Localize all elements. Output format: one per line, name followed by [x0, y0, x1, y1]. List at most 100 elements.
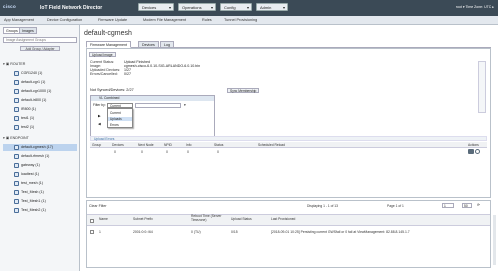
- side-scroll-strip[interactable]: [478, 61, 486, 113]
- chevron-down-icon: ▾: [246, 5, 249, 10]
- subnav-rules[interactable]: Rules: [202, 18, 212, 22]
- top-bar: cisco IoT Field Network Director Devices…: [0, 0, 498, 16]
- cisco-logo: cisco: [3, 4, 17, 9]
- subnav-modem-file-management[interactable]: Modem File Management: [143, 18, 186, 22]
- firmware-panel: Upload Image Current Status: Upload Finis…: [86, 48, 491, 198]
- devices-grid-panel: Clear Filter Displaying 1 - 1 of 13 Page…: [86, 200, 491, 268]
- select-all-checkbox[interactable]: [90, 219, 94, 223]
- grid-cell: 0: [187, 150, 189, 154]
- filter-dropdown: Current Uploads Errors: [107, 108, 133, 128]
- subnav-firmware-update[interactable]: Firmware Update: [98, 18, 127, 22]
- group-icon: [14, 124, 19, 130]
- sidebar-item-router[interactable]: default-cgr1 (1): [14, 79, 76, 86]
- add-group-button[interactable]: Add Group / Adapter: [20, 46, 60, 51]
- sidebar-item-endpoint[interactable]: Test_Mesh1 (1): [14, 198, 76, 205]
- upload-image-button[interactable]: Upload Image: [89, 52, 116, 57]
- sidebar-item-endpoint[interactable]: loadtest (1): [14, 171, 76, 178]
- main-tabs: Firmware Management Devices Log: [86, 41, 491, 48]
- column-header[interactable]: NPID: [164, 143, 172, 147]
- column-header[interactable]: Status: [214, 143, 223, 147]
- column-header[interactable]: Upload Status: [231, 217, 252, 222]
- sidebar-item-router[interactable]: test2 (1): [14, 124, 76, 131]
- sync-membership-button[interactable]: Sync Membership: [227, 88, 260, 93]
- vl-combined-header: VL Combined: [91, 96, 214, 101]
- subnav-tunnel-provisioning[interactable]: Tunnel Provisioning: [224, 18, 257, 22]
- group-icon: [14, 189, 19, 195]
- sidebar-item-router[interactable]: IR800 (1): [14, 106, 76, 113]
- filter-option[interactable]: Current: [110, 111, 121, 115]
- group-icon: [14, 79, 19, 85]
- cancel-icon[interactable]: [475, 149, 480, 154]
- tab-firmware-management[interactable]: Firmware Management: [86, 41, 131, 48]
- refresh-icon[interactable]: ⟳: [477, 203, 480, 207]
- arrow-left-icon[interactable]: ◀: [98, 122, 101, 126]
- install-icon[interactable]: [468, 149, 474, 154]
- tab-log[interactable]: Log: [160, 41, 174, 48]
- page-title: default-cgmesh: [84, 30, 132, 37]
- sidebar-item-endpoint[interactable]: Test_Mesh (1): [14, 189, 76, 196]
- sidebar-item-endpoint[interactable]: test_mesh (1): [14, 180, 76, 187]
- sidebar: Groups Images Image Assignment Groups Ad…: [0, 25, 80, 271]
- section-router[interactable]: ▾ ▣ ROUTER: [3, 62, 25, 66]
- group-icon: [14, 207, 19, 213]
- vertical-scrollbar[interactable]: [493, 215, 496, 265]
- page-size-select[interactable]: 50: [462, 203, 472, 208]
- sidebar-item-router[interactable]: CGR1240 (1): [14, 70, 76, 77]
- column-header[interactable]: Actions: [468, 143, 479, 147]
- filter-option[interactable]: Errors: [110, 123, 119, 127]
- section-endpoint[interactable]: ▾ ▣ ENDPOINT: [3, 136, 29, 140]
- chevron-down-icon: ▾: [210, 5, 213, 10]
- group-icon: [14, 106, 19, 112]
- column-header[interactable]: Scheduled Reload: [258, 143, 285, 147]
- sidebar-item-router[interactable]: default-cgr1000 (1): [14, 88, 76, 95]
- subnav-app-management[interactable]: App Management: [4, 18, 34, 22]
- group-icon: [14, 97, 19, 103]
- menu-operations[interactable]: Operations ▾: [178, 3, 216, 11]
- column-header[interactable]: Next Node: [138, 143, 154, 147]
- column-header[interactable]: Group: [92, 143, 101, 147]
- arrow-right-icon[interactable]: ▶: [98, 114, 101, 118]
- column-header[interactable]: Devices: [112, 143, 124, 147]
- column-header[interactable]: Last Provisioned: [271, 217, 295, 222]
- group-icon: [14, 171, 19, 177]
- page-number-input[interactable]: 1: [442, 203, 454, 208]
- tab-images[interactable]: Images: [19, 27, 37, 34]
- menu-config[interactable]: Config ▾: [220, 3, 252, 11]
- group-grid-header: Group Devices Next Node NPID Info Status…: [90, 142, 487, 148]
- group-icon: [14, 70, 19, 76]
- row-checkbox[interactable]: [90, 230, 94, 234]
- sidebar-item-endpoint[interactable]: gateway (1): [14, 162, 76, 169]
- group-icon: [14, 115, 19, 121]
- column-header[interactable]: Info: [186, 143, 192, 147]
- upload-errors-bar[interactable]: Upload Errors: [90, 136, 487, 141]
- sidebar-item-endpoint[interactable]: default-cgmesh (17): [3, 144, 77, 151]
- sidebar-item-router[interactable]: test1 (1): [14, 115, 76, 122]
- sidebar-item-router[interactable]: default-ir800 (1): [14, 97, 76, 104]
- filter-input[interactable]: [135, 103, 181, 108]
- group-icon: [14, 162, 19, 168]
- filter-option[interactable]: Uploads: [108, 117, 132, 121]
- group-search-input[interactable]: Image Assignment Groups: [3, 37, 77, 43]
- table-cell: [2018-09-01 10:25] Persisting current GW…: [271, 230, 410, 234]
- column-header[interactable]: Subnet Prefix: [133, 217, 153, 222]
- sidebar-item-endpoint[interactable]: default-rfmesh (1): [14, 153, 76, 160]
- menu-admin[interactable]: Admin ▾: [256, 3, 288, 11]
- grid-cell: 0: [166, 150, 168, 154]
- table-cell: 0 (TU): [191, 230, 201, 234]
- not-synced-label: Not Synced/Devices: 2/27: [90, 88, 134, 92]
- table-cell: 1: [99, 230, 101, 234]
- sidebar-item-endpoint[interactable]: Test_Mesh2 (1): [14, 207, 76, 214]
- product-title: IoT Field Network Director: [40, 5, 103, 11]
- menu-devices[interactable]: Devices ▾: [138, 3, 174, 11]
- group-icon: [14, 88, 19, 94]
- subnav-device-configuration[interactable]: Device Configuration: [47, 18, 82, 22]
- chevron-down-icon[interactable]: ▾: [184, 103, 186, 107]
- column-header[interactable]: Name: [99, 217, 108, 222]
- column-header[interactable]: Reboot Time (Server Timezone): [191, 214, 227, 222]
- devices-grid-header: Name Subnet Prefix Reboot Time (Server T…: [87, 214, 490, 226]
- chevron-down-icon: ▾: [168, 5, 171, 10]
- clear-filter-button[interactable]: Clear Filter: [89, 204, 107, 208]
- grid-cell: 0: [114, 150, 116, 154]
- tab-devices[interactable]: Devices: [138, 41, 159, 48]
- user-menu[interactable]: root ▾ Time Zone: UTC ▸: [456, 5, 494, 9]
